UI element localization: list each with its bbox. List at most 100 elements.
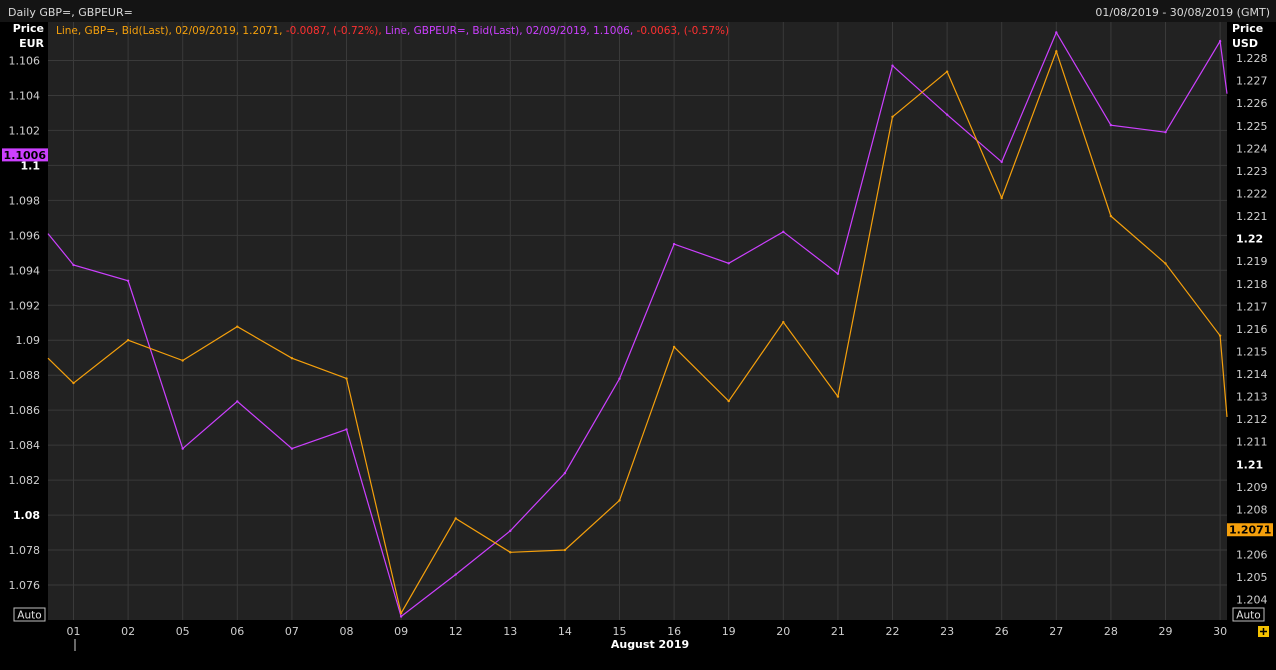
right-tick-label: 1.209 [1236, 481, 1268, 494]
plot-area[interactable] [48, 22, 1227, 620]
right-tick-label: 1.223 [1236, 165, 1268, 178]
left-tick-label: 1.086 [9, 404, 41, 417]
data-point [236, 325, 239, 328]
data-point [126, 279, 130, 282]
right-tick-label: 1.224 [1236, 142, 1268, 155]
left-tick-label: 1.092 [9, 299, 41, 312]
x-tick-label: 01 [67, 625, 81, 638]
left-tick-label: 1.084 [9, 439, 41, 452]
data-point [563, 548, 567, 552]
right-tick-label: 1.21 [1236, 458, 1263, 471]
svg-text:Auto: Auto [1236, 610, 1260, 622]
right-tick-label: 1.206 [1236, 549, 1268, 562]
x-tick-label: 06 [230, 625, 244, 638]
data-point [181, 359, 184, 362]
x-tick-label: 19 [722, 625, 736, 638]
left-tick-label: 1.076 [9, 579, 41, 592]
right-last-value-tag: 1.2071 [1227, 523, 1273, 537]
data-point [509, 551, 512, 554]
data-point [945, 113, 949, 116]
right-axis-title: Price [1232, 22, 1263, 35]
data-point [891, 64, 894, 67]
right-tick-label: 1.213 [1236, 391, 1268, 404]
svg-text:1.1006: 1.1006 [4, 149, 47, 162]
price-chart[interactable]: 1.076 1.078 1.08 1.082 1.084 1.086 1.088 1.09 1.… [0, 0, 1276, 670]
right-tick-label: 1.227 [1236, 75, 1268, 88]
left-tick-label: 1.08 [13, 509, 40, 522]
x-tick-label: 14 [558, 625, 572, 638]
left-tick-label: 1.104 [9, 89, 41, 102]
x-tick-label: 27 [1049, 625, 1063, 638]
data-point [836, 272, 840, 275]
x-tick-label: 08 [340, 625, 354, 638]
data-point [782, 320, 785, 324]
data-point [836, 395, 840, 398]
data-point [891, 115, 894, 118]
right-tick-label: 1.226 [1236, 97, 1268, 110]
data-point [1055, 31, 1058, 34]
legend-gbpeur-change: -0.0063, (-0.57%) [637, 25, 730, 37]
x-tick-label: 02 [121, 625, 135, 638]
data-point [1109, 123, 1113, 127]
data-point [509, 529, 512, 533]
data-point [1109, 214, 1113, 218]
left-tick-label: 1.09 [16, 334, 41, 347]
left-tick-label: 1.098 [9, 194, 41, 207]
data-point [126, 338, 130, 342]
left-tick-label: 1.094 [9, 264, 41, 277]
x-tick-label: 21 [831, 625, 845, 638]
data-point [399, 615, 403, 618]
legend-gbp-change: -0.0087, (-0.72%), [286, 25, 382, 37]
data-point [345, 377, 348, 380]
x-tick-label: 12 [449, 625, 463, 638]
x-tick-label: 22 [886, 625, 900, 638]
left-tick-label: 1.106 [9, 54, 41, 67]
svg-text:Auto: Auto [17, 610, 41, 622]
right-axis-unit: USD [1232, 37, 1258, 50]
data-point [1218, 334, 1222, 337]
left-tick-label: 1.078 [9, 544, 41, 557]
right-tick-label: 1.216 [1236, 323, 1268, 336]
data-point [290, 447, 294, 450]
right-tick-label: 1.217 [1236, 300, 1268, 313]
data-point [672, 242, 676, 246]
expand-icon[interactable] [1258, 626, 1269, 637]
x-axis-title: August 2019 [611, 638, 689, 651]
chart-title: Daily GBP=, GBPEUR= [8, 6, 133, 19]
right-auto-button[interactable]: Auto [1232, 607, 1265, 622]
x-tick-label: 15 [613, 625, 627, 638]
right-tick-label: 1.218 [1236, 278, 1268, 291]
legend-gbpeur-text: Line, GBPEUR=, Bid(Last), 02/09/2019, 1.… [382, 25, 637, 37]
data-point [72, 263, 75, 267]
left-tick-label: 1.096 [9, 229, 41, 242]
legend-gbp-text: Line, GBP=, Bid(Last), 02/09/2019, 1.207… [56, 25, 286, 37]
right-tick-label: 1.214 [1236, 368, 1268, 381]
data-point [563, 471, 567, 475]
right-tick-label: 1.215 [1236, 345, 1268, 358]
data-point [1055, 50, 1058, 53]
data-point [290, 357, 294, 360]
right-tick-label: 1.204 [1236, 594, 1268, 607]
right-tick-label: 1.208 [1236, 503, 1268, 516]
data-point [1218, 40, 1222, 43]
x-tick-label: 26 [995, 625, 1009, 638]
data-point [454, 573, 457, 576]
right-tick-label: 1.228 [1236, 52, 1268, 65]
x-tick-label: 05 [176, 625, 190, 638]
right-tick-label: 1.211 [1236, 436, 1268, 449]
left-axis-ticks: 1.076 1.078 1.08 1.082 1.084 1.086 1.088 1.09 1.… [9, 54, 41, 592]
right-tick-label: 1.22 [1236, 233, 1263, 246]
x-axis-ticks: 01 02 05 06 07 08 09 12 13 14 15 16 19 20 21 22 23 26 27 28… [67, 625, 1228, 638]
right-tick-label: 1.212 [1236, 413, 1268, 426]
left-last-value-tag: 1.1006 [2, 148, 48, 162]
left-tick-label: 1.088 [9, 369, 41, 382]
left-axis-title: Price [13, 22, 44, 35]
data-point [782, 230, 785, 234]
data-point [236, 400, 239, 403]
data-point [1000, 196, 1003, 200]
svg-text:1.2071: 1.2071 [1229, 524, 1271, 537]
left-auto-button[interactable]: Auto [13, 607, 46, 622]
left-axis-unit: EUR [19, 37, 44, 50]
data-point [1164, 262, 1167, 265]
data-point [1000, 160, 1003, 164]
